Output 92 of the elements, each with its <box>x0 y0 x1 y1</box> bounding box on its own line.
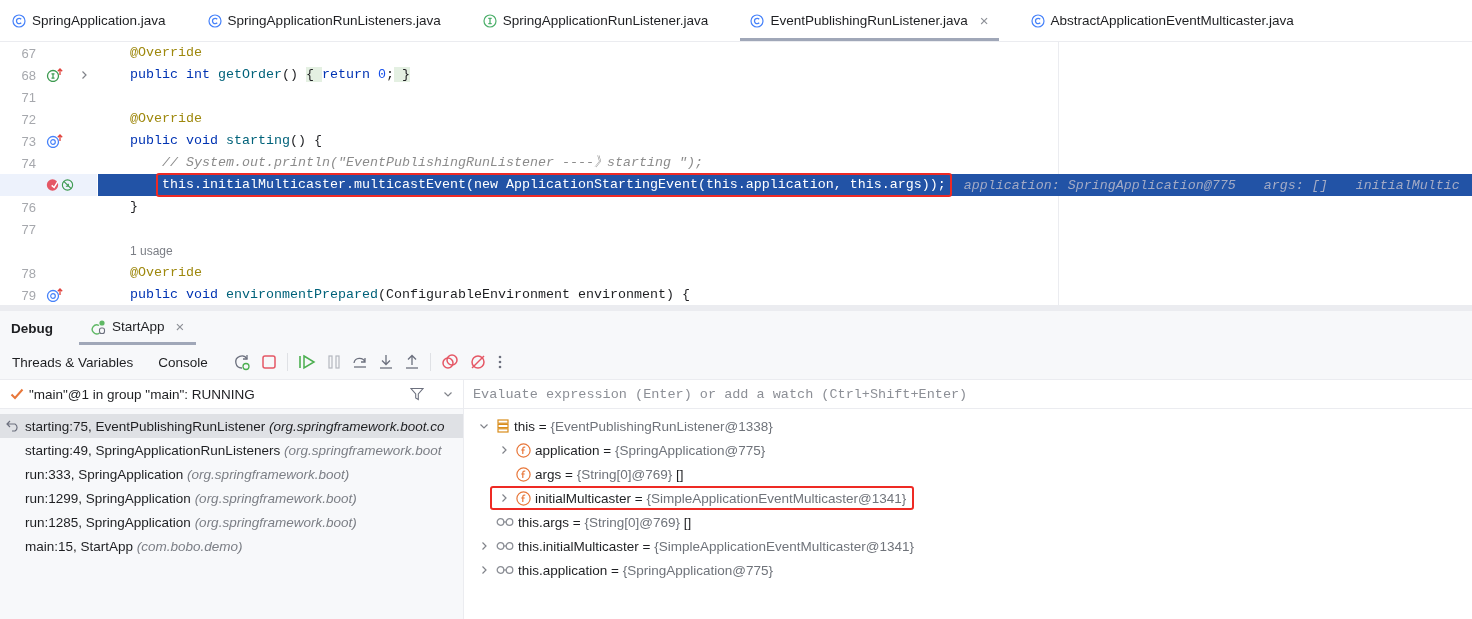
code-line: } <box>130 198 138 216</box>
tab-label: SpringApplication.java <box>32 13 166 28</box>
inline-value-hint: application: SpringApplication@775 <box>963 177 1236 193</box>
line-number: 68 <box>20 67 36 83</box>
class-icon <box>12 13 26 28</box>
chevron-right-icon[interactable] <box>479 565 489 575</box>
tab-label: EventPublishingRunListener.java <box>770 13 968 28</box>
step-into-icon[interactable] <box>377 354 394 370</box>
tab-label: SpringApplicationRunListener.java <box>502 13 709 28</box>
inline-value-hint: initialMultic <box>1355 177 1460 193</box>
frame-label: run:333, SpringApplication (org.springframework.boot) <box>25 466 350 482</box>
return-arrow-icon <box>5 420 20 432</box>
code-line: @Override <box>130 110 202 128</box>
code-line: public void environmentPrepared(ConfigurableEnvironment environment) { <box>130 286 690 304</box>
class-icon <box>750 13 765 28</box>
field-icon <box>516 466 531 482</box>
session-tab[interactable]: StartApp × <box>79 311 197 345</box>
chevron-right-icon[interactable] <box>479 541 489 551</box>
class-icon <box>207 13 222 28</box>
variable-entry[interactable]: initialMulticaster = {SimpleApplicationEventMulticaster@1341} <box>535 490 907 506</box>
tab-label: StartApp <box>112 319 165 334</box>
frame-label: run:1299, SpringApplication (org.springframework.boot) <box>25 490 357 506</box>
panel-title: Debug <box>11 320 53 336</box>
more-icon[interactable] <box>496 354 503 370</box>
line-number: 76 <box>20 199 36 215</box>
execution-point-icon <box>61 177 74 193</box>
interface-icon <box>482 13 497 28</box>
implements-icon <box>46 68 64 82</box>
class-icon <box>1030 13 1045 28</box>
frame-label: starting:75, EventPublishingRunListener (org.springframework.boot.co <box>25 418 445 434</box>
glasses-icon <box>496 541 514 551</box>
object-icon <box>496 419 510 433</box>
editor-tab[interactable]: AbstractApplicationEventMulticaster.java <box>1020 0 1304 41</box>
mute-breakpoints-icon[interactable] <box>468 353 487 371</box>
glasses-icon <box>496 517 514 527</box>
chevron-down-icon[interactable] <box>479 421 489 431</box>
code-line: public void starting() { <box>130 132 322 150</box>
stack-frame[interactable]: starting:49, SpringApplicationRunListeners (org.springframework.boot <box>0 438 463 462</box>
editor-tab[interactable]: SpringApplicationRunListener.java <box>472 0 719 41</box>
line-number: 78 <box>20 265 36 281</box>
variable-entry[interactable]: application = {SpringApplication@775} <box>535 442 766 458</box>
line-number: 74 <box>20 155 36 171</box>
code-line: @Override <box>130 44 202 62</box>
filter-icon[interactable] <box>410 387 424 401</box>
view-tab[interactable]: Threads & Variables <box>12 354 134 370</box>
inline-value-hint: args: [] <box>1263 177 1328 193</box>
code-line: public int getOrder() { return 0; } <box>130 66 410 84</box>
stop-icon[interactable] <box>260 354 277 370</box>
step-out-icon[interactable] <box>403 354 420 370</box>
stack-frame[interactable]: main:15, StartApp (com.bobo.demo) <box>0 534 463 558</box>
variable-entry[interactable]: this.args = {String[0]@769} [] <box>518 514 692 530</box>
view-tab[interactable]: Console <box>158 354 208 370</box>
editor-tab[interactable]: EventPublishingRunListener.java × <box>740 0 999 41</box>
override-icon <box>46 288 64 302</box>
stack-frame[interactable]: run:333, SpringApplication (org.springframework.boot) <box>0 462 463 486</box>
line-number: 72 <box>20 111 36 127</box>
code-line: @Override <box>130 264 202 282</box>
variable-entry[interactable]: this.application = {SpringApplication@775} <box>518 562 774 578</box>
line-number: 73 <box>20 133 36 149</box>
line-number: 71 <box>20 89 36 105</box>
editor-tab[interactable]: SpringApplicationRunListeners.java <box>197 0 451 41</box>
breakpoint-icon[interactable] <box>46 177 59 193</box>
frame-label: starting:49, SpringApplicationRunListeners (org.springframework.boot <box>25 442 442 458</box>
check-icon <box>10 388 24 400</box>
frame-label: main:15, StartApp (com.bobo.demo) <box>25 538 243 554</box>
chevron-down-icon[interactable] <box>443 389 453 399</box>
line-number: 79 <box>20 287 36 303</box>
fold-chevron-icon[interactable] <box>79 70 89 80</box>
frame-label: run:1285, SpringApplication (org.springframework.boot) <box>25 514 357 530</box>
breakpoints-icon[interactable] <box>440 353 459 371</box>
stack-frame[interactable]: run:1285, SpringApplication (org.springframework.boot) <box>0 510 463 534</box>
stack-frame[interactable]: starting:75, EventPublishingRunListener (org.springframework.boot.co <box>0 414 463 438</box>
run-config-icon <box>91 318 107 335</box>
line-number: 67 <box>20 45 36 61</box>
line-number: 77 <box>20 221 36 237</box>
chevron-right-icon[interactable] <box>499 493 509 503</box>
chevron-right-icon[interactable] <box>499 445 509 455</box>
override-icon <box>46 134 64 148</box>
stack-frame[interactable]: run:1299, SpringApplication (org.springframework.boot) <box>0 486 463 510</box>
glasses-icon <box>496 565 514 575</box>
code-line: // System.out.println("EventPublishingRunListener ----》starting "); <box>162 154 703 172</box>
rerun-icon[interactable] <box>232 353 251 371</box>
resume-icon[interactable] <box>297 354 316 370</box>
variable-entry[interactable]: this.initialMulticaster = {SimpleApplicationEventMulticaster@1341} <box>518 538 915 554</box>
field-icon <box>516 490 531 506</box>
tab-label: AbstractApplicationEventMulticaster.java <box>1050 13 1294 28</box>
usage-link[interactable]: 1 usage <box>130 244 173 258</box>
variable-entry[interactable]: args = {String[0]@769} [] <box>535 466 684 482</box>
variable-entry[interactable]: this = {EventPublishingRunListener@1338} <box>514 418 773 434</box>
editor-tab[interactable]: SpringApplication.java <box>2 0 176 41</box>
field-icon <box>516 442 531 458</box>
tab-label: SpringApplicationRunListeners.java <box>227 13 441 28</box>
